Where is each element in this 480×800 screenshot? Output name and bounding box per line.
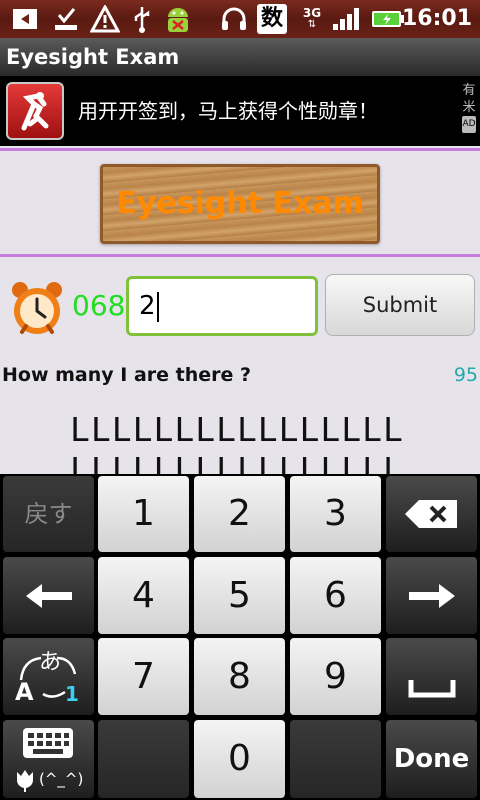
key-3[interactable]: 3 xyxy=(290,476,381,552)
warning-icon xyxy=(88,4,122,34)
submit-button[interactable]: Submit xyxy=(325,274,475,336)
title-board: Eyesight Exam xyxy=(100,164,380,244)
board-title: Eyesight Exam xyxy=(116,186,364,221)
arrow-left-icon xyxy=(25,584,72,608)
usb-icon xyxy=(128,4,156,34)
backspace-key[interactable] xyxy=(386,476,477,552)
ad-banner[interactable]: 用开开签到，马上获得个性勋章！ 有 米 AD xyxy=(0,76,480,146)
ime-char-icon: 数 xyxy=(256,4,288,34)
key-4[interactable]: 4 xyxy=(98,557,189,634)
input-mode-key[interactable]: あ A 1 xyxy=(3,638,94,715)
key-8[interactable]: 8 xyxy=(194,638,285,715)
blank-key xyxy=(290,720,381,798)
key-7[interactable]: 7 xyxy=(98,638,189,715)
numeric-keyboard: 戻す 1 2 3 4 5 6 あ A 1 7 8 9 (^_^) 0 Done xyxy=(0,474,480,800)
ime-char: 数 xyxy=(257,4,287,34)
network-3g-icon: 3G ⇅ xyxy=(302,6,322,30)
app-title: Eyesight Exam xyxy=(6,45,180,69)
signal-icon xyxy=(330,4,364,34)
status-time: 16:01 xyxy=(401,6,472,31)
key-5[interactable]: 5 xyxy=(194,557,285,634)
ime-icon xyxy=(8,4,42,34)
blank-key xyxy=(98,720,189,798)
space-icon xyxy=(408,680,455,698)
download-icon xyxy=(50,4,82,34)
letter-row: LLLLLLLLLLLLLLLL xyxy=(70,450,404,474)
key-6[interactable]: 6 xyxy=(290,557,381,634)
answer-input[interactable]: 2 xyxy=(126,276,318,336)
keyboard-settings-key[interactable]: (^_^) xyxy=(3,720,94,798)
android-icon xyxy=(160,4,196,34)
ad-text[interactable]: 用开开签到，马上获得个性勋章！ xyxy=(78,76,378,146)
app-title-bar: Eyesight Exam xyxy=(0,38,480,76)
divider-top xyxy=(0,148,480,151)
question-text: How many I are there ? xyxy=(2,364,252,386)
keyboard-icon xyxy=(23,728,73,758)
cursor-right-key[interactable] xyxy=(386,557,477,634)
battery-icon xyxy=(370,4,406,34)
main-content: Eyesight Exam 068 2 Submit How many I ar… xyxy=(0,146,480,474)
tulip-icon xyxy=(17,770,33,792)
alarm-clock-icon xyxy=(10,280,64,336)
headset-icon xyxy=(218,4,250,34)
space-key[interactable] xyxy=(386,638,477,715)
backspace-icon xyxy=(404,500,457,528)
key-2[interactable]: 2 xyxy=(194,476,285,552)
letter-row: LLLLLLLLLLLLLLLL xyxy=(70,410,404,449)
undo-key[interactable]: 戻す xyxy=(3,476,94,552)
ad-logo[interactable] xyxy=(6,82,64,140)
key-0[interactable]: 0 xyxy=(194,720,285,798)
score-value: 95 xyxy=(453,364,478,386)
mode-cycle-icon xyxy=(19,656,77,698)
ad-mark: 有 米 AD xyxy=(462,82,476,133)
done-key[interactable]: Done xyxy=(386,720,477,798)
divider-bottom xyxy=(0,254,480,257)
key-9[interactable]: 9 xyxy=(290,638,381,715)
status-bar: 数 3G ⇅ 16:01 xyxy=(0,0,480,38)
cursor-left-key[interactable] xyxy=(3,557,94,634)
countdown-timer: 068 xyxy=(72,289,126,322)
key-1[interactable]: 1 xyxy=(98,476,189,552)
text-caret xyxy=(156,291,159,322)
arrow-right-icon xyxy=(408,584,455,608)
